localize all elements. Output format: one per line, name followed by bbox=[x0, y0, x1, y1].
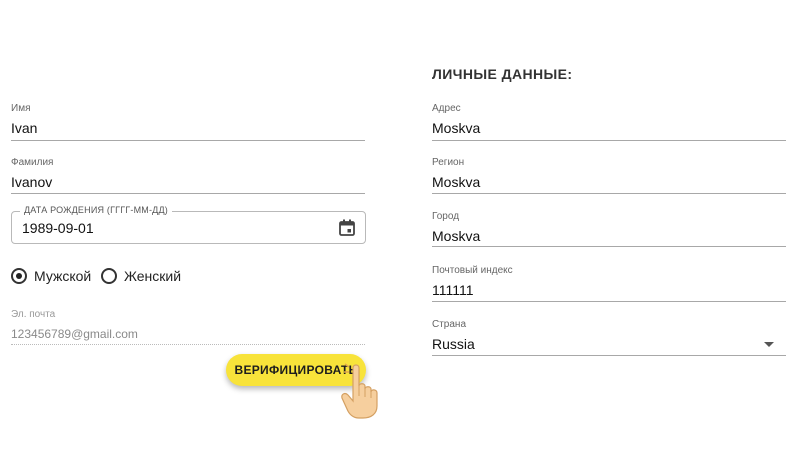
city-underline bbox=[432, 246, 786, 247]
email-label: Эл. почта bbox=[11, 309, 56, 320]
address-underline bbox=[432, 140, 786, 141]
radio-checked-icon[interactable] bbox=[11, 268, 27, 284]
region-label: Регион bbox=[432, 157, 465, 168]
first-name-underline bbox=[11, 140, 365, 141]
personal-data-title: ЛИЧНЫЕ ДАННЫЕ: bbox=[432, 66, 573, 82]
calendar-icon[interactable] bbox=[339, 219, 355, 236]
radio-unchecked-icon[interactable] bbox=[101, 268, 117, 284]
region-value[interactable]: Moskva bbox=[432, 174, 786, 190]
first-name-label: Имя bbox=[11, 103, 31, 114]
postal-code-label: Почтовый индекс bbox=[432, 265, 513, 276]
birth-date-field[interactable]: ДАТА РОЖДЕНИЯ (ГГГГ-ММ-ДД) 1989-09-01 bbox=[11, 205, 366, 244]
postal-code-field[interactable]: Почтовый индекс 111111 bbox=[432, 265, 786, 302]
postal-code-value[interactable]: 111111 bbox=[432, 282, 786, 298]
last-name-value[interactable]: Ivanov bbox=[11, 174, 365, 190]
country-label: Страна bbox=[432, 319, 467, 330]
first-name-field[interactable]: Имя Ivan bbox=[11, 103, 365, 141]
address-value[interactable]: Moskva bbox=[432, 120, 786, 136]
country-select[interactable]: Страна Russia bbox=[432, 319, 786, 356]
first-name-value[interactable]: Ivan bbox=[11, 120, 365, 136]
city-field[interactable]: Город Moskva bbox=[432, 211, 786, 248]
last-name-label: Фамилия bbox=[11, 157, 54, 168]
gender-radio-female[interactable]: Женский bbox=[101, 268, 181, 284]
gender-radio-male[interactable]: Мужской bbox=[11, 268, 91, 284]
email-underline bbox=[11, 344, 365, 345]
email-value[interactable]: 123456789@gmail.com bbox=[11, 326, 365, 342]
last-name-underline bbox=[11, 193, 365, 194]
city-label: Город bbox=[432, 211, 460, 222]
region-field[interactable]: Регион Moskva bbox=[432, 157, 786, 194]
gender-female-label: Женский bbox=[124, 268, 182, 284]
country-underline bbox=[432, 355, 786, 356]
country-value[interactable]: Russia bbox=[432, 336, 786, 352]
postal-code-underline bbox=[432, 301, 786, 302]
address-label: Адрес bbox=[432, 103, 461, 114]
gender-male-label: Мужской bbox=[34, 268, 92, 284]
email-field[interactable]: Эл. почта 123456789@gmail.com bbox=[11, 309, 365, 345]
dropdown-arrow-icon[interactable] bbox=[764, 342, 774, 347]
birth-date-value[interactable]: 1989-09-01 bbox=[22, 220, 94, 236]
last-name-field[interactable]: Фамилия Ivanov bbox=[11, 157, 365, 194]
address-field[interactable]: Адрес Moskva bbox=[432, 103, 786, 141]
birth-date-label: ДАТА РОЖДЕНИЯ (ГГГГ-ММ-ДД) bbox=[20, 205, 172, 215]
region-underline bbox=[432, 193, 786, 194]
hand-pointer-icon bbox=[341, 362, 378, 419]
city-value[interactable]: Moskva bbox=[432, 228, 786, 244]
